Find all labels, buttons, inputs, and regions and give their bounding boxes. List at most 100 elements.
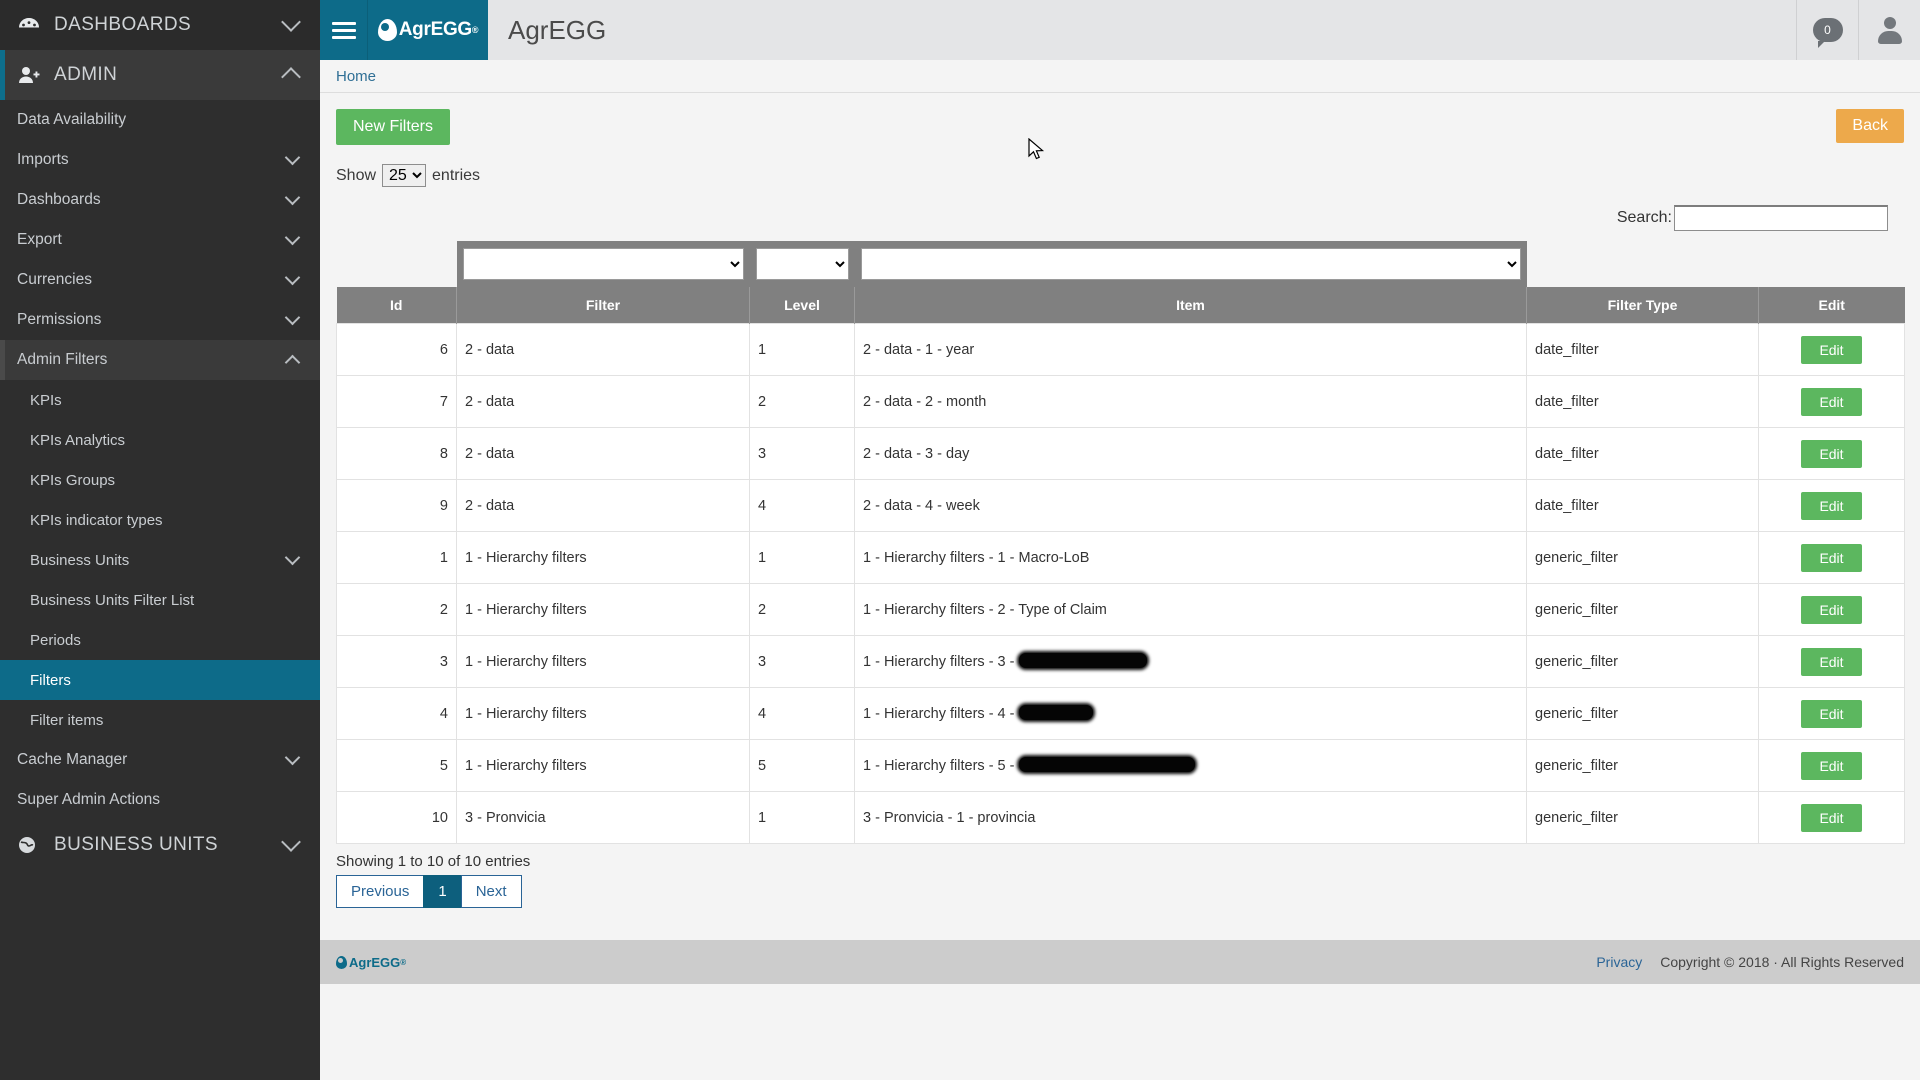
sidebar-item-export[interactable]: Export <box>0 220 320 260</box>
footer: AgrEGG ® Privacy Copyright © 2018 · All … <box>320 940 1920 984</box>
cell-id: 7 <box>336 375 457 428</box>
cell-filter-type: generic_filter <box>1526 791 1759 844</box>
search-input[interactable] <box>1674 205 1888 231</box>
sidebar-item-currencies[interactable]: Currencies <box>0 260 320 300</box>
sidebar-item-dashboards[interactable]: Dashboards <box>0 180 320 220</box>
breadcrumb-home-link[interactable]: Home <box>336 68 376 85</box>
edit-button[interactable]: Edit <box>1801 387 1862 416</box>
column-header-filter-type[interactable]: Filter Type <box>1526 287 1759 324</box>
edit-button[interactable]: Edit <box>1801 647 1862 676</box>
sidebar-item-cache-manager[interactable]: Cache Manager <box>0 740 320 780</box>
cell-filter: 3 - Pronvicia <box>456 791 750 844</box>
sidebar-item-kpis-analytics[interactable]: KPIs Analytics <box>0 420 320 460</box>
cell-id: 2 <box>336 583 457 636</box>
cell-item: 3 - Pronvicia - 1 - provincia <box>854 791 1527 844</box>
column-filter-level-select[interactable] <box>755 248 849 280</box>
pagination-next[interactable]: Next <box>460 875 522 908</box>
column-filter-item-select[interactable] <box>860 248 1521 280</box>
sidebar-item-kpis-groups[interactable]: KPIs Groups <box>0 460 320 500</box>
entries-select[interactable]: 25 <box>382 164 427 187</box>
sidebar-item-permissions[interactable]: Permissions <box>0 300 320 340</box>
sidebar-section-dashboards[interactable]: DASHBOARDS <box>0 0 320 50</box>
cell-item: 1 - Hierarchy filters - 3 - <box>854 635 1527 688</box>
table-row: 72 - data 2 2 - data - 2 - month date_filte… <box>336 375 1905 428</box>
top-bar-actions: 0 <box>1796 0 1920 60</box>
cell-filter: 2 - data <box>456 479 750 532</box>
sidebar-item-admin-filters[interactable]: Admin Filters <box>0 340 320 380</box>
cell-id: 4 <box>336 687 457 740</box>
sidebar-item-label: KPIs <box>30 391 62 409</box>
show-label: Show <box>336 166 377 184</box>
table-row: 92 - data 4 2 - data - 4 - week date_filter… <box>336 479 1905 532</box>
pagination: Previous 1 Next <box>336 875 1904 908</box>
sidebar-item-label: KPIs Groups <box>30 471 116 489</box>
edit-button[interactable]: Edit <box>1801 335 1862 364</box>
sidebar-item-label: Filter items <box>30 711 104 729</box>
sidebar-item-data-availability[interactable]: Data Availability <box>0 100 320 140</box>
redacted-text <box>1018 705 1093 720</box>
sidebar-item-periods[interactable]: Periods <box>0 620 320 660</box>
privacy-link[interactable]: Privacy <box>1596 954 1642 970</box>
cell-edit: Edit <box>1758 427 1905 480</box>
sidebar-item-kpis[interactable]: KPIs <box>0 380 320 420</box>
hamburger-icon <box>331 18 356 43</box>
cell-filter-type: date_filter <box>1526 323 1759 376</box>
sidebar-item-filters[interactable]: Filters <box>0 660 320 700</box>
column-filter-filter-select[interactable] <box>462 248 744 280</box>
footer-logo: AgrEGG ® <box>336 955 406 970</box>
sidebar-item-filter-items[interactable]: Filter items <box>0 700 320 740</box>
chevron-down-icon <box>284 149 301 165</box>
user-menu-button[interactable] <box>1858 0 1920 60</box>
footer-registered-mark: ® <box>400 957 407 967</box>
edit-button[interactable]: Edit <box>1801 803 1862 832</box>
sidebar-section-admin[interactable]: ADMIN <box>0 50 320 100</box>
brand-logo[interactable]: AgrEGG ® <box>368 0 488 60</box>
edit-button[interactable]: Edit <box>1801 699 1862 728</box>
pagination-page-1[interactable]: 1 <box>423 875 462 908</box>
sidebar-item-super-admin-actions[interactable]: Super Admin Actions <box>0 780 320 820</box>
cell-item: 1 - Hierarchy filters - 4 - <box>854 687 1527 740</box>
edit-button[interactable]: Edit <box>1801 751 1862 780</box>
cell-edit: Edit <box>1758 583 1905 636</box>
entries-label: entries <box>432 166 481 184</box>
sidebar-section-business-units[interactable]: BUSINESS UNITS <box>0 820 320 870</box>
redacted-text <box>1018 757 1195 772</box>
sidebar-item-kpis-indicator-types[interactable]: KPIs indicator types <box>0 500 320 540</box>
edit-button[interactable]: Edit <box>1801 543 1862 572</box>
cell-level: 5 <box>749 739 855 792</box>
new-filters-button[interactable]: New Filters <box>336 109 451 145</box>
column-header-edit[interactable]: Edit <box>1758 287 1905 324</box>
cell-item: 2 - data - 2 - month <box>854 375 1527 428</box>
menu-toggle-button[interactable] <box>320 0 368 60</box>
table-row: 62 - data 1 2 - data - 1 - year date_filter… <box>336 323 1905 376</box>
sidebar-section-admin-label: ADMIN <box>54 64 118 85</box>
edit-button[interactable]: Edit <box>1801 491 1862 520</box>
table-header-row: Id Filter Level Item Filter Type Edit <box>336 287 1905 324</box>
back-button[interactable]: Back <box>1836 109 1904 143</box>
column-header-filter[interactable]: Filter <box>456 287 750 324</box>
column-header-id[interactable]: Id <box>336 287 457 324</box>
cell-edit: Edit <box>1758 375 1905 428</box>
column-filter-filter-type-empty <box>1526 241 1759 287</box>
sidebar-item-label: Filters <box>30 671 71 689</box>
column-header-item[interactable]: Item <box>854 287 1527 324</box>
table-row: 11 - Hierarchy filters 1 1 - Hierarchy fil… <box>336 531 1905 584</box>
main-content: Home New Filters Back Show 25 entries Se… <box>320 60 1920 1080</box>
sidebar-item-imports[interactable]: Imports <box>0 140 320 180</box>
pagination-previous[interactable]: Previous <box>336 875 425 908</box>
edit-button[interactable]: Edit <box>1801 595 1862 624</box>
chevron-down-icon <box>284 749 301 765</box>
chevron-down-icon <box>284 269 301 285</box>
cell-level: 3 <box>749 635 855 688</box>
sidebar-item-business-units-filter-list[interactable]: Business Units Filter List <box>0 580 320 620</box>
cell-filter-type: generic_filter <box>1526 635 1759 688</box>
column-header-level[interactable]: Level <box>749 287 855 324</box>
sidebar-item-business-units[interactable]: Business Units <box>0 540 320 580</box>
edit-button[interactable]: Edit <box>1801 439 1862 468</box>
search-label: Search: <box>1616 209 1672 226</box>
notifications-button[interactable]: 0 <box>1796 0 1858 60</box>
cell-level: 2 <box>749 583 855 636</box>
top-bar: AgrEGG ® AgrEGG 0 <box>320 0 1920 60</box>
cell-level: 3 <box>749 427 855 480</box>
sidebar-item-label: Business Units Filter List <box>30 591 195 609</box>
